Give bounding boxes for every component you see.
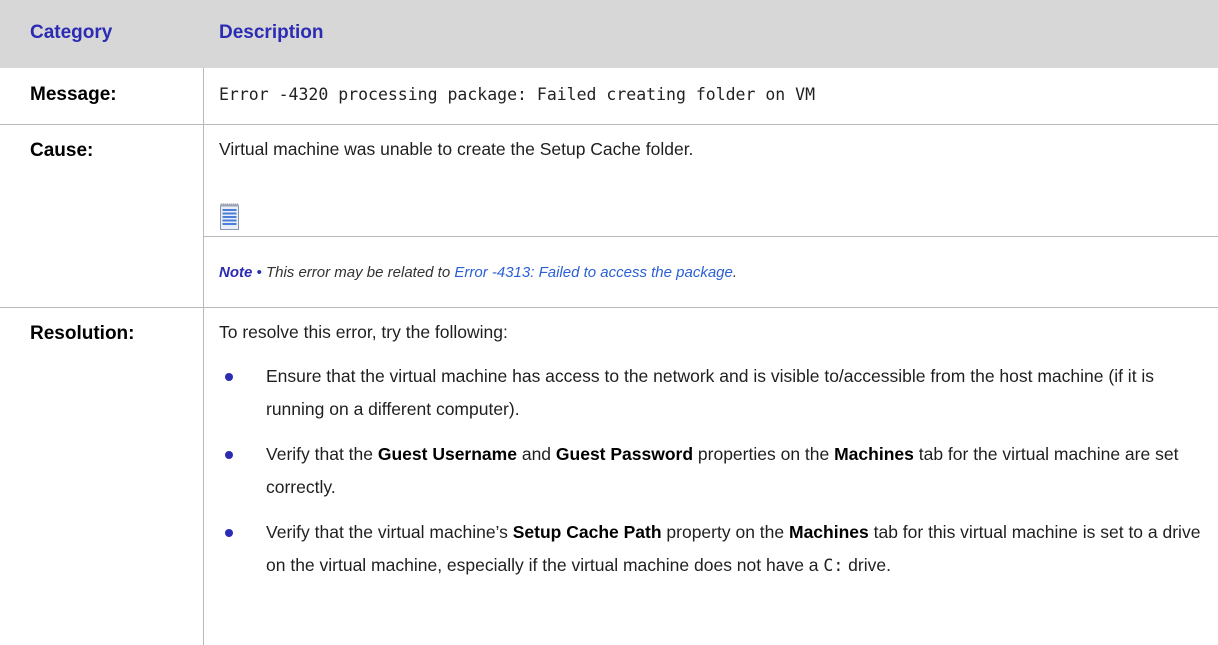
note-link[interactable]: Error -4313: Failed to access the packag… (454, 264, 732, 281)
item-bold-term: Machines (834, 444, 914, 464)
resolution-item: Ensure that the virtual machine has acce… (266, 360, 1201, 426)
error-reference-table: Category Description Message: Error -432… (0, 0, 1218, 645)
bullet-marker (225, 529, 233, 537)
bullet-marker (225, 451, 233, 459)
bullet-marker (225, 373, 233, 381)
item-bold-term: Setup Cache Path (512, 522, 662, 542)
resolution-intro: To resolve this error, try the following… (219, 322, 508, 342)
row-divider (0, 307, 1218, 308)
item-bold-term: Guest Username (377, 444, 517, 464)
row-divider (0, 124, 1218, 125)
item-text: drive. (843, 555, 891, 575)
note-text: This error may be related to (265, 264, 451, 281)
column-divider (203, 68, 204, 645)
resolution-item: Verify that the virtual machine’s Setup … (266, 516, 1201, 582)
resolution-label: Resolution: (30, 323, 135, 344)
item-text: properties on the (693, 444, 835, 464)
cause-label: Cause: (30, 140, 94, 161)
header-category: Category (30, 22, 113, 43)
cause-text: Virtual machine was unable to create the… (219, 139, 694, 159)
note-end: . (732, 264, 738, 281)
note-label: Note (219, 264, 253, 281)
message-value: Error -4320 processing package: Failed c… (219, 85, 816, 104)
message-label: Message: (30, 84, 117, 105)
note-divider (204, 236, 1218, 237)
note-separator: • (256, 264, 262, 281)
item-text: Ensure that the virtual machine has acce… (266, 366, 1155, 419)
item-bold-term: Guest Password (555, 444, 694, 464)
item-text: property on the (661, 522, 789, 542)
item-bold-term: Machines (789, 522, 869, 542)
notepad-icon (220, 203, 239, 230)
resolution-item: Verify that the Guest Username and Guest… (266, 438, 1201, 504)
item-text: Verify that the virtual machine’s (266, 522, 513, 542)
item-text: Verify that the (266, 444, 378, 464)
header-description: Description (219, 22, 324, 43)
note: Note • This error may be related to Erro… (219, 264, 737, 281)
table-header (0, 0, 1218, 68)
item-code: C: (823, 556, 844, 575)
item-text: and (516, 444, 556, 464)
